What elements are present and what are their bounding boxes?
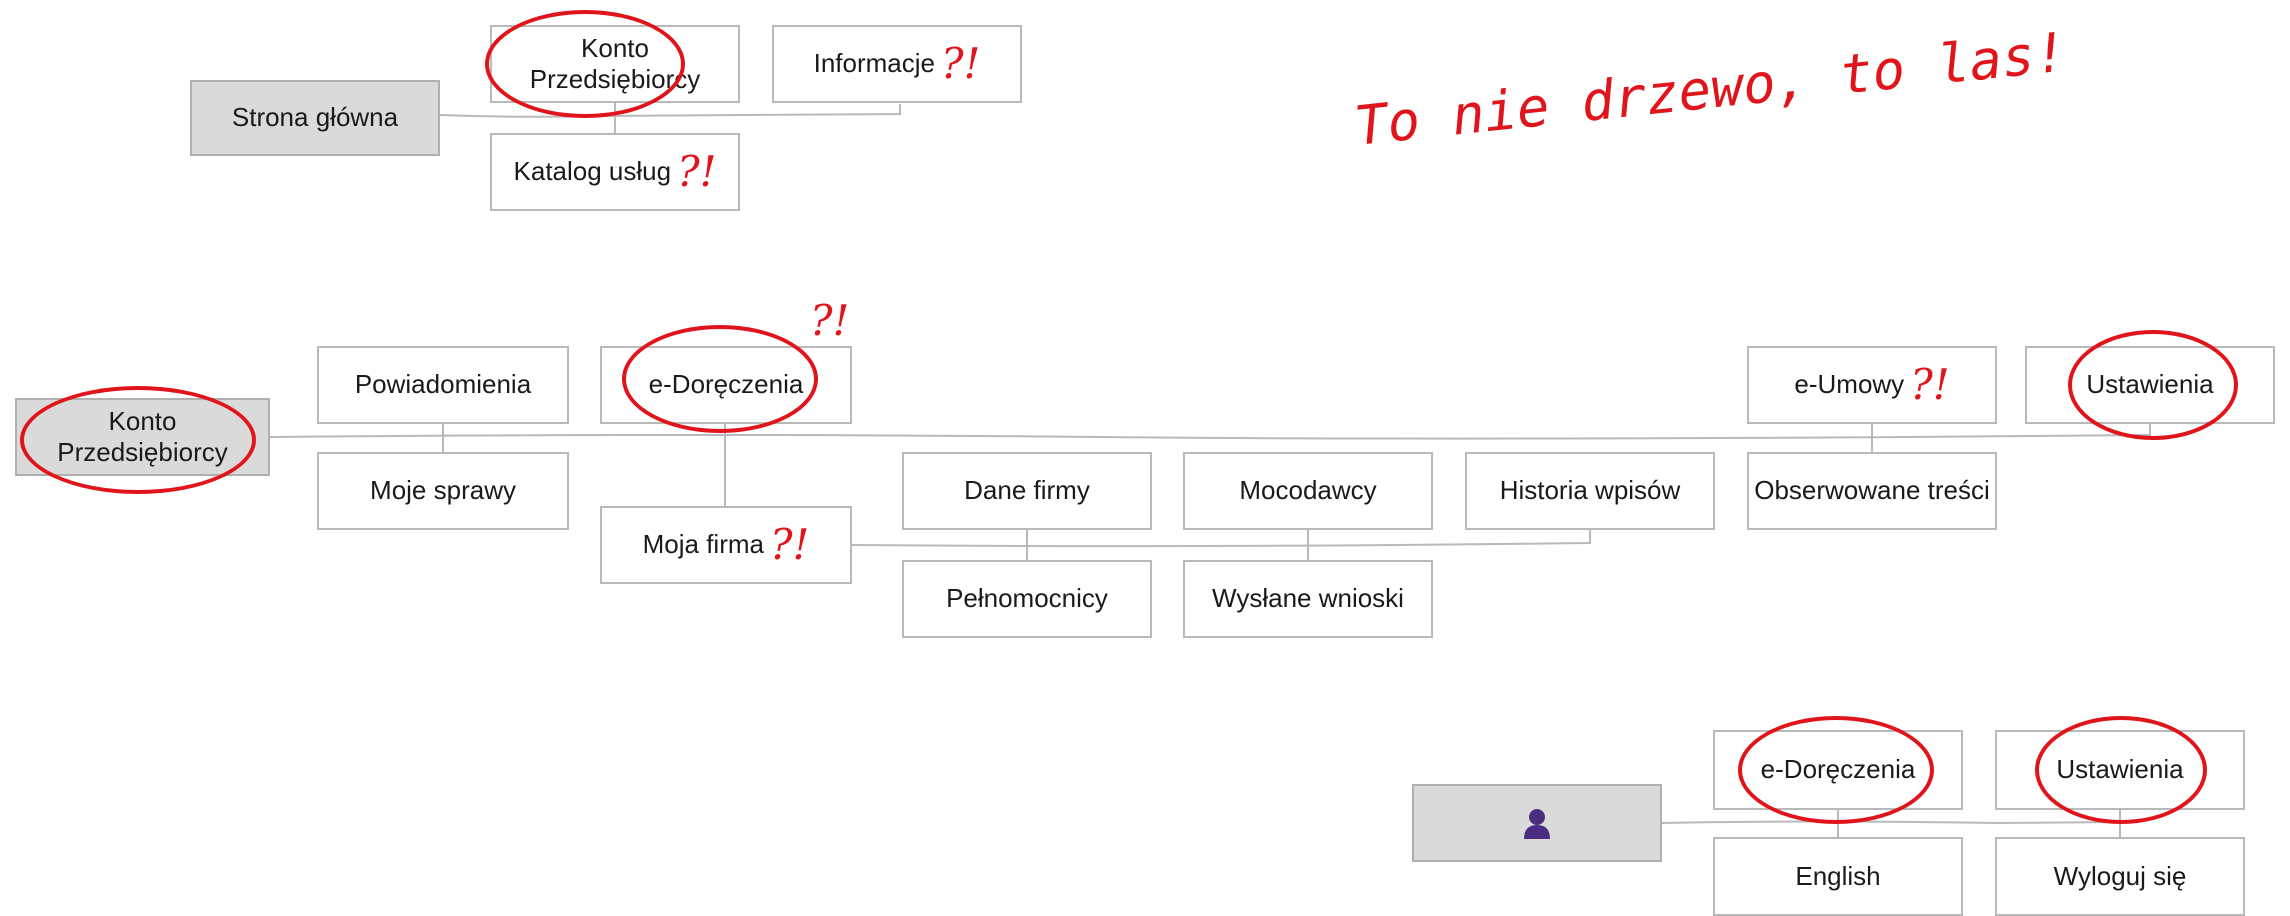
node-moje-sprawy: Moje sprawy: [317, 452, 569, 530]
node-label: Wysłane wnioski: [1212, 583, 1404, 614]
node-label: Pełnomocnicy: [946, 583, 1108, 614]
node-obserwowane-tresci: Obserwowane treści: [1747, 452, 1997, 530]
person-icon: [1524, 809, 1550, 839]
node-label: Konto Przedsiębiorcy: [529, 32, 701, 94]
node-pelnomocnicy: Pełnomocnicy: [902, 560, 1152, 638]
node-label: e-Doręczenia: [648, 369, 804, 400]
node-e-umowy: e-Umowy ?!: [1747, 346, 1997, 424]
node-label: Informacje: [813, 48, 935, 79]
node-label: Konto Przedsiębiorcy: [57, 405, 228, 467]
node-konto-przedsiebiorcy: Konto Przedsiębiorcy: [490, 25, 740, 103]
question-mark-annotation: ?!: [1910, 359, 1950, 409]
node-english: English: [1713, 837, 1963, 916]
node-label: Katalog usług: [513, 156, 672, 187]
node-label: Ustawienia: [2056, 754, 2184, 785]
node-e-doreczenia: e-Doręczenia: [600, 346, 852, 424]
node-strona-glowna: Strona główna: [190, 80, 440, 156]
node-label: Moje sprawy: [370, 475, 516, 506]
node-informacje: Informacje ?!: [772, 25, 1022, 103]
question-mark-annotation: ?!: [769, 519, 810, 569]
node-mocodawcy: Mocodawcy: [1183, 452, 1433, 530]
node-label: Powiadomienia: [354, 369, 532, 400]
node-label: Wyloguj się: [2053, 860, 2187, 891]
question-mark-annotation: ?!: [810, 296, 850, 345]
node-e-doreczenia: e-Doręczenia: [1713, 730, 1963, 810]
node-konto-przedsiebiorcy: Konto Przedsiębiorcy: [15, 398, 270, 476]
sitemap-canvas: Strona główna Konto Przedsiębiorcy Infor…: [0, 0, 2290, 916]
node-label: Historia wpisów: [1499, 475, 1681, 506]
node-wyloguj-sie: Wyloguj się: [1995, 837, 2245, 916]
question-mark-annotation: ?!: [940, 38, 981, 88]
node-label: Strona główna: [231, 102, 399, 133]
question-mark-annotation: ?!: [677, 146, 717, 196]
node-moja-firma: Moja firma ?!: [600, 506, 852, 584]
node-ustawienia: Ustawienia: [1995, 730, 2245, 810]
node-katalog-uslug: Katalog usług ?!: [490, 133, 740, 211]
node-label: Moja firma: [642, 529, 764, 560]
node-label: Mocodawcy: [1239, 475, 1377, 506]
node-wyslane-wnioski: Wysłane wnioski: [1183, 560, 1433, 638]
node-label: e-Umowy: [1794, 369, 1905, 400]
node-dane-firmy: Dane firmy: [902, 452, 1152, 530]
node-label: Obserwowane treści: [1754, 475, 1990, 506]
node-historia-wpisow: Historia wpisów: [1465, 452, 1715, 530]
node-user-root: [1412, 784, 1662, 862]
node-label: Dane firmy: [964, 475, 1090, 506]
node-label: English: [1795, 860, 1881, 891]
node-label: e-Doręczenia: [1760, 754, 1916, 785]
node-powiadomienia: Powiadomienia: [317, 346, 569, 424]
node-ustawienia: Ustawienia: [2025, 346, 2275, 424]
node-label: Ustawienia: [2086, 369, 2214, 400]
